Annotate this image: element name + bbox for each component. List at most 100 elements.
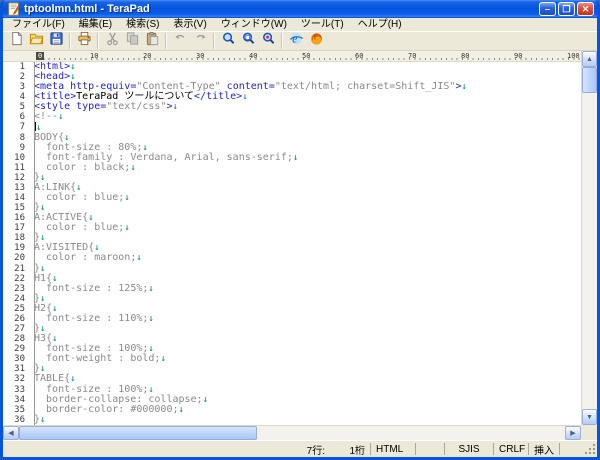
- line-number: 29: [14, 344, 25, 355]
- horizontal-scrollbar[interactable]: ◀ ▶: [3, 425, 581, 440]
- close-button[interactable]: ✕: [577, 2, 594, 16]
- status-encoding: SJIS: [458, 443, 480, 455]
- code-line: 30 font-weight : bold;↓: [3, 354, 581, 365]
- scroll-down-arrow-icon[interactable]: ▼: [582, 409, 597, 425]
- line-number: 31: [14, 364, 25, 375]
- find-prev-button[interactable]: [258, 32, 278, 50]
- find-next-button[interactable]: [238, 32, 258, 50]
- line-number: 19: [14, 243, 25, 254]
- print-button[interactable]: [74, 31, 94, 51]
- ie-browser-button[interactable]: e: [286, 32, 306, 50]
- line-number: 20: [14, 253, 25, 264]
- code-line: 26 font-size : 110%;↓: [3, 312, 581, 324]
- redo-icon: [193, 31, 208, 51]
- menu-bar: ファイル(F) 編集(E) 検索(S) 表示(V) ウィンドウ(W) ツール(T) ヘルプ(…: [3, 18, 597, 31]
- line-number: 17: [14, 223, 25, 234]
- status-cursor-column: 1桁: [349, 445, 365, 457]
- menu-item-3[interactable]: 表示(V): [166, 19, 213, 31]
- new-file-icon: [9, 31, 24, 51]
- code-line: 17 color : blue;↓: [3, 222, 581, 234]
- find-next-icon: [241, 31, 256, 51]
- toolbar-separator: [281, 33, 283, 49]
- resize-grip[interactable]: [583, 442, 597, 456]
- terapad-window: tptoolmn.html - TeraPad – ❐ ✕ ファイル(F) 編集(…: [0, 0, 600, 460]
- ie-browser-icon: e: [289, 31, 304, 51]
- line-content: color : blue;↓: [34, 192, 130, 204]
- ruler-mark: 20: [143, 52, 152, 60]
- eol-mark-icon: ↓: [40, 414, 46, 425]
- code-line: 5 <style type="text/css">↓: [3, 102, 581, 113]
- line-number: 4: [19, 92, 25, 103]
- text-editor-area[interactable]: 1 <html>↓ 2 <head>↓ 3 <meta http-equiv="Conte…: [3, 62, 581, 425]
- menu-item-1[interactable]: 編集(E): [72, 19, 119, 31]
- eol-mark-icon: ↓: [160, 354, 166, 365]
- code-line: 35 border-color: #000000;↓: [3, 403, 581, 415]
- paste-icon: [145, 31, 160, 51]
- undo-button[interactable]: [170, 32, 190, 50]
- maximize-button[interactable]: ❐: [558, 2, 575, 16]
- save-file-button[interactable]: [46, 32, 66, 50]
- code-line: 12}↓: [3, 172, 581, 183]
- eol-mark-icon: ↓: [461, 82, 467, 93]
- menu-item-4[interactable]: ウィンドウ(W): [214, 19, 294, 31]
- toolbar-separator: [97, 33, 99, 49]
- eol-mark-icon: ↓: [242, 92, 248, 103]
- menu-item-2[interactable]: 検索(S): [119, 19, 166, 31]
- cut-button[interactable]: [102, 32, 122, 50]
- minimize-button[interactable]: –: [539, 2, 556, 16]
- gutter-divider: [34, 62, 35, 425]
- vertical-scroll-thumb[interactable]: [582, 67, 597, 93]
- line-content: <!--↓: [34, 111, 64, 123]
- print-icon: [77, 31, 92, 51]
- scroll-up-arrow-icon[interactable]: ▲: [582, 51, 597, 67]
- scroll-right-arrow-icon[interactable]: ▶: [565, 426, 581, 440]
- title-bar[interactable]: tptoolmn.html - TeraPad – ❐ ✕: [3, 0, 597, 18]
- line-number: 24: [14, 293, 25, 304]
- line-number: 8: [19, 132, 25, 143]
- line-number: 28: [14, 334, 25, 345]
- toolbar: e: [3, 31, 597, 51]
- code-line: 27}↓: [3, 323, 581, 335]
- ruler-cursor-mark: 0: [36, 52, 45, 60]
- find-button[interactable]: [218, 32, 238, 50]
- editor-main: 0 10 20 30 40 50 60 70 80 90 100 1 <html>↓ 2 <head>↓ 3…: [3, 51, 597, 425]
- line-content: color : blue;↓: [34, 222, 130, 234]
- line-number: 1: [19, 62, 25, 72]
- firefox-browser-button[interactable]: [306, 32, 326, 50]
- code-line: 36}↓: [3, 414, 581, 425]
- menu-item-5[interactable]: ツール(T): [294, 19, 351, 31]
- redo-button[interactable]: [190, 32, 210, 50]
- open-file-icon: [29, 31, 44, 51]
- status-input-mode: 挿入: [534, 445, 554, 457]
- line-number: 30: [14, 354, 25, 365]
- paste-button[interactable]: [142, 31, 162, 51]
- line-number: 11: [14, 162, 25, 173]
- horizontal-scroll-track[interactable]: [257, 426, 565, 440]
- line-content: font-size : 125%;↓: [34, 282, 154, 294]
- horizontal-scroll-thumb[interactable]: [19, 426, 257, 440]
- code-line: 20 color : maroon;↓: [3, 253, 581, 264]
- ruler-mark: 100: [567, 52, 580, 60]
- line-number: 33: [14, 384, 25, 395]
- eol-mark-icon: ↓: [70, 62, 76, 72]
- eol-mark-icon: ↓: [148, 313, 154, 324]
- copy-button[interactable]: [122, 32, 142, 50]
- open-file-button[interactable]: [26, 32, 46, 50]
- code-line: 14 color : blue;↓: [3, 192, 581, 204]
- toolbar-separator: [165, 33, 167, 49]
- terapad-app-icon: [7, 2, 21, 16]
- line-number: 18: [14, 233, 25, 244]
- menu-item-6[interactable]: ヘルプ(H): [351, 19, 409, 31]
- code-line: 24}↓: [3, 293, 581, 304]
- line-content: font-size : 110%;↓: [34, 312, 154, 324]
- line-number: 15: [14, 203, 25, 214]
- vertical-scrollbar[interactable]: ▲ ▼: [581, 51, 597, 425]
- menu-item-0[interactable]: ファイル(F): [5, 19, 72, 31]
- line-content: border-color: #000000;↓: [34, 403, 184, 415]
- scroll-left-arrow-icon[interactable]: ◀: [3, 426, 19, 440]
- find-icon: [221, 31, 236, 51]
- line-number: 27: [14, 324, 25, 335]
- vertical-scroll-track[interactable]: [582, 93, 597, 409]
- new-file-button[interactable]: [6, 31, 26, 51]
- save-file-icon: [49, 31, 64, 51]
